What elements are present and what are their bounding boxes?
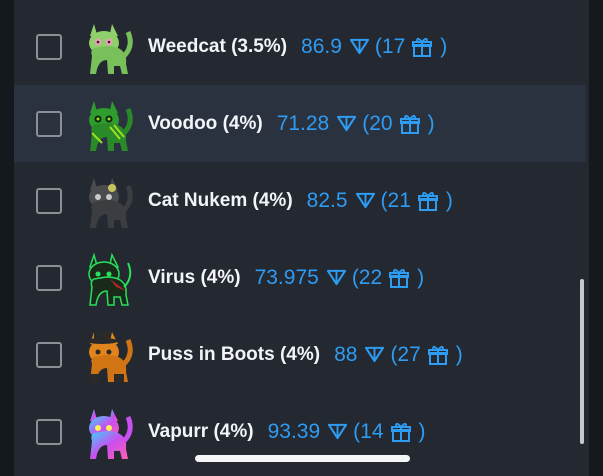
gift-count: (17 [374, 34, 406, 58]
vapurr-avatar-icon [89, 408, 133, 459]
list-item[interactable]: Virus (4%) 73.975 (22 ) [14, 239, 586, 316]
price-value: 86.9 [301, 34, 342, 58]
list-item[interactable]: Voodoo (4%) 71.28 (20 ) [14, 85, 586, 162]
gift-count: (22 [351, 265, 383, 289]
item-info: Puss in Boots (4%) 88 (27 ) [148, 343, 463, 367]
item-name: Puss in Boots (4%) [148, 343, 321, 365]
close-paren: ) [455, 342, 463, 366]
triangle-currency-icon [365, 346, 385, 363]
cat-nukem-avatar-icon [89, 177, 133, 228]
gift-count: (14 [353, 419, 384, 443]
list-item[interactable]: Puss in Boots (4%) 88 (27 ) [14, 316, 586, 393]
triangle-currency-icon [349, 38, 369, 55]
checkbox[interactable] [36, 33, 62, 60]
item-price: 86.9 (17 ) [301, 35, 447, 59]
item-info: Weedcat (3.5%) 86.9 (17 ) [148, 35, 447, 59]
item-info: Voodoo (4%) 71.28 (20 ) [148, 112, 435, 136]
triangle-currency-icon [355, 192, 375, 209]
item-price: 82.5 (21 ) [307, 189, 453, 213]
virus-avatar-icon [88, 251, 132, 306]
price-value: 73.975 [254, 265, 319, 289]
home-indicator[interactable] [195, 455, 410, 462]
puss-in-boots-avatar-icon [86, 331, 133, 383]
item-name: Voodoo (4%) [148, 112, 263, 134]
close-paren: ) [440, 34, 448, 58]
checkbox[interactable] [36, 110, 62, 137]
item-name: Cat Nukem (4%) [148, 189, 293, 211]
voodoo-avatar-icon [89, 100, 133, 151]
skins-list: Weedcat (3.5%) 86.9 (17 ) Voodoo (4%) 71… [14, 0, 589, 476]
weedcat-avatar-icon [89, 23, 133, 74]
item-name: Virus (4%) [148, 266, 241, 288]
scrollbar[interactable] [580, 279, 584, 444]
item-name: Weedcat (3.5%) [148, 35, 288, 57]
price-value: 93.39 [267, 419, 321, 443]
item-info: Virus (4%) 73.975 (22 ) [148, 266, 424, 290]
close-paren: ) [427, 111, 435, 135]
checkbox[interactable] [36, 418, 62, 445]
item-price: 71.28 (20 ) [277, 112, 435, 136]
list-item[interactable]: Weedcat (3.5%) 86.9 (17 ) [14, 8, 586, 85]
close-paren: ) [445, 188, 453, 212]
gift-icon [390, 422, 411, 442]
triangle-currency-icon [326, 269, 346, 286]
price-value: 82.5 [306, 188, 348, 212]
triangle-currency-icon [328, 423, 348, 440]
item-price: 93.39 (14 ) [268, 420, 426, 444]
item-price: 88 (27 ) [334, 343, 463, 367]
gift-count: (27 [390, 342, 421, 366]
price-value: 71.28 [276, 111, 330, 135]
price-value: 88 [334, 342, 358, 366]
gift-icon [389, 268, 410, 288]
item-name: Vapurr (4%) [148, 420, 254, 442]
list-item[interactable]: Cat Nukem (4%) 82.5 (21 ) [14, 162, 586, 239]
checkbox[interactable] [36, 264, 62, 291]
triangle-currency-icon [337, 115, 357, 132]
close-paren: ) [418, 419, 426, 443]
gift-icon [412, 37, 433, 57]
gift-count: (21 [380, 188, 411, 212]
item-info: Cat Nukem (4%) 82.5 (21 ) [148, 189, 453, 213]
close-paren: ) [417, 265, 425, 289]
item-price: 73.975 (22 ) [255, 266, 425, 290]
gift-count: (20 [362, 111, 393, 135]
checkbox[interactable] [36, 341, 62, 368]
item-info: Vapurr (4%) 93.39 (14 ) [148, 420, 426, 444]
gift-icon [427, 345, 448, 365]
gift-icon [417, 191, 438, 211]
checkbox[interactable] [36, 187, 62, 214]
gift-icon [399, 114, 420, 134]
